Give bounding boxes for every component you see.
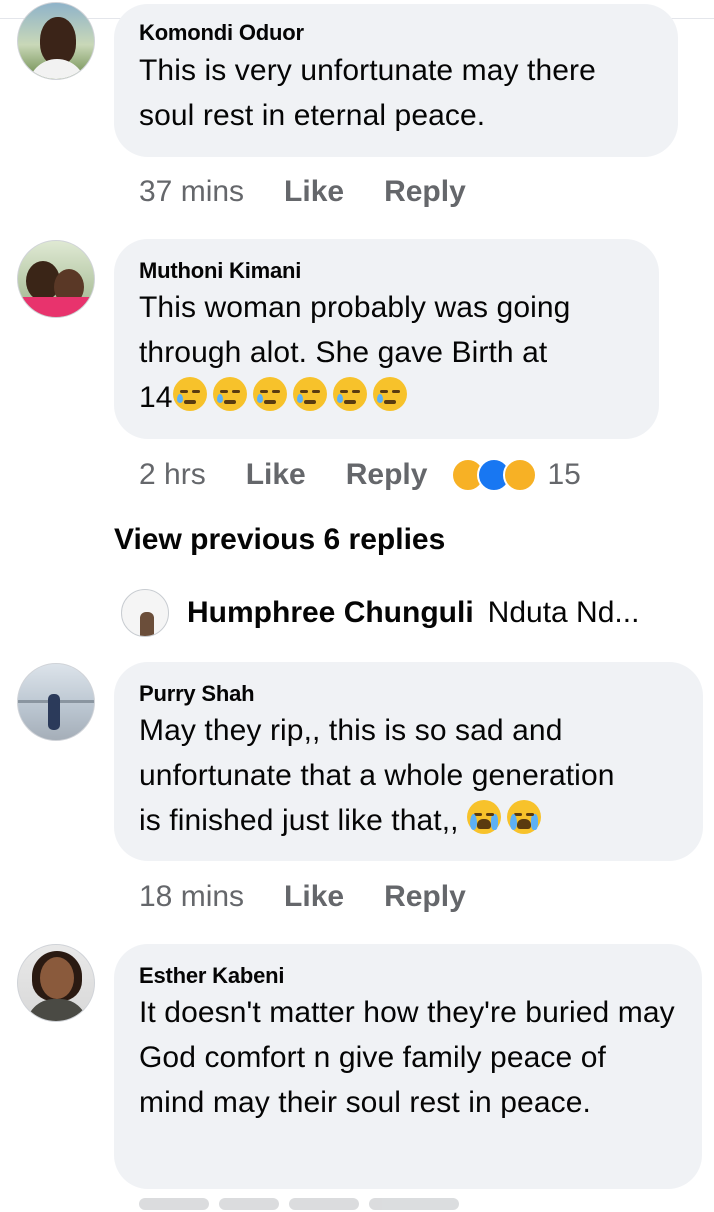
comment-bubble[interactable]: Komondi Oduor This is very unfortunate m… (114, 4, 678, 157)
sad-tear-emoji-icon (172, 377, 207, 411)
comment-text-line: through alot. She gave Birth at (139, 336, 548, 369)
comment-author[interactable]: Komondi Oduor (139, 19, 652, 47)
comment-timestamp[interactable]: 18 mins (139, 880, 244, 914)
reply-button[interactable]: Reply (346, 458, 428, 492)
comment-text-tail: is finished just like that,, (139, 804, 459, 837)
sad-tear-emoji-icon (332, 377, 367, 411)
comment-text-line: May they rip,, this is so sad and (139, 714, 563, 747)
crying-emoji-icon (507, 800, 542, 834)
avatar[interactable] (17, 663, 95, 741)
comment-text: It doesn't matter how they're buried may… (139, 996, 675, 1119)
reply-snippet: Nduta Nd... (487, 596, 640, 629)
comment-text-line: is finished just like that,, (139, 798, 677, 843)
comment-text-tail: 14 (139, 381, 173, 414)
like-button[interactable]: Like (284, 880, 344, 914)
comment-text: This is very unfortunate may there soul … (139, 54, 596, 132)
comment-actions: 2 hrs Like Reply 15 (139, 455, 581, 495)
comment-text-line: 14 (139, 375, 633, 420)
comment-bubble[interactable]: Esther Kabeni It doesn't matter how they… (114, 944, 702, 1189)
comment-text-line: unfortunate that a whole generation (139, 759, 615, 792)
sad-tear-emoji-icon (292, 377, 327, 411)
reaction-count[interactable]: 15 (547, 458, 580, 492)
comment-timestamp[interactable]: 2 hrs (139, 458, 206, 492)
reply-preview[interactable]: Humphree Chunguli Nduta Nd... (121, 589, 639, 637)
reaction-summary[interactable] (451, 458, 538, 492)
avatar[interactable] (17, 944, 95, 1022)
reply-author[interactable]: Humphree Chunguli (187, 596, 474, 630)
avatar[interactable] (121, 589, 169, 637)
cut-off-actions-row (139, 1198, 459, 1210)
comment-author[interactable]: Esther Kabeni (139, 962, 676, 990)
comment-bubble[interactable]: Muthoni Kimani This woman probably was g… (114, 239, 659, 439)
wow-reaction-icon (503, 458, 538, 492)
comment-text-line: This woman probably was going (139, 291, 571, 324)
avatar[interactable] (17, 2, 95, 80)
comment-actions: 37 mins Like Reply (139, 172, 466, 212)
sad-tear-emoji-icon (372, 377, 407, 411)
reply-button[interactable]: Reply (384, 175, 466, 209)
crying-emoji-icon (467, 800, 502, 834)
comment-actions: 18 mins Like Reply (139, 877, 466, 917)
comment-author[interactable]: Purry Shah (139, 680, 677, 708)
view-previous-replies-link[interactable]: View previous 6 replies (114, 523, 445, 557)
reply-button[interactable]: Reply (384, 880, 466, 914)
comment-bubble[interactable]: Purry Shah May they rip,, this is so sad… (114, 662, 703, 861)
like-button[interactable]: Like (284, 175, 344, 209)
avatar[interactable] (17, 240, 95, 318)
sad-tear-emoji-icon (212, 377, 247, 411)
comment-timestamp[interactable]: 37 mins (139, 175, 244, 209)
comment-author[interactable]: Muthoni Kimani (139, 257, 633, 285)
like-button[interactable]: Like (246, 458, 306, 492)
sad-tear-emoji-icon (252, 377, 287, 411)
